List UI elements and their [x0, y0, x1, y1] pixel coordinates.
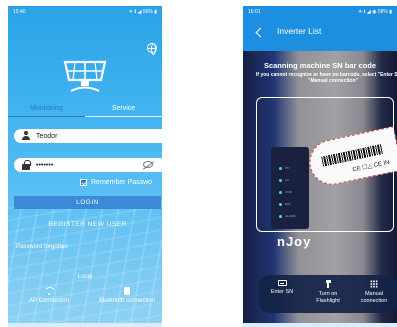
tab-monitoring[interactable]: Monitoring: [8, 103, 85, 117]
solar-panel-logo-icon: [63, 60, 107, 92]
remember-label: Remember Passwo: [91, 179, 153, 186]
bottom-bar: [243, 323, 397, 327]
tab-service[interactable]: Service: [85, 103, 162, 117]
scan-toolbar: Enter SN Turn on Flashlight Manual conne…: [259, 275, 397, 313]
ap-connection-button[interactable]: AP Connection: [14, 287, 84, 304]
login-screen: 15:40 ✳ ℹ ◢ 56% ▮ Monitoring Service Teo…: [8, 6, 162, 327]
status-time: 15:40: [13, 8, 26, 15]
flashlight-icon: [324, 280, 332, 288]
screenshot-stage: 15:40 ✳ ℹ ◢ 56% ▮ Monitoring Service Teo…: [0, 0, 397, 327]
username-value: Teodor: [36, 132, 58, 140]
scan-title: Scanning machine SN bar code: [263, 61, 377, 70]
remember-password[interactable]: Remember Passwo: [80, 179, 152, 186]
lock-icon: [21, 160, 31, 170]
bluetooth-connection-label: Bluetooth connection: [98, 298, 156, 304]
remember-checkbox[interactable]: [80, 179, 87, 186]
password-field[interactable]: •••••••: [14, 158, 162, 172]
login-tabs: Monitoring Service: [8, 103, 162, 117]
enter-sn-button[interactable]: Enter SN: [262, 280, 302, 296]
user-icon: [21, 131, 31, 141]
scan-frame: [256, 97, 394, 232]
flashlight-button[interactable]: Turn on Flashlight: [308, 280, 348, 304]
status-time: 16:01: [248, 8, 261, 15]
bluetooth-icon: [122, 287, 132, 295]
nav-bar: Inverter List: [243, 17, 397, 51]
page-title: Inverter List: [277, 26, 322, 36]
login-button[interactable]: LOGIN: [14, 196, 161, 209]
scanner-screen: 16:01 ✳ ℹ ◢ ◉ 58% ▮ Inverter List PV AC …: [243, 6, 397, 327]
manual-connection-label: Manual connection: [360, 291, 388, 304]
keyboard-icon: [277, 280, 287, 286]
scan-hint: If you cannot recognize or have no barco…: [256, 72, 397, 84]
status-indicators: ✳ ℹ ◢ 56% ▮: [128, 8, 157, 15]
solar-panels-background: [8, 197, 162, 327]
enter-sn-label: Enter SN: [270, 289, 294, 295]
grid-menu-icon: [370, 280, 378, 288]
bluetooth-connection-button[interactable]: Bluetooth connection: [92, 287, 162, 304]
status-bar: 16:01 ✳ ℹ ◢ ◉ 58% ▮: [243, 6, 397, 17]
wifi-icon: [44, 287, 56, 295]
manual-connection-button[interactable]: Manual connection: [354, 280, 394, 304]
register-button[interactable]: REGISTER NEW USER: [14, 218, 161, 231]
username-field[interactable]: Teodor: [14, 129, 162, 143]
flashlight-label: Turn on Flashlight: [316, 291, 340, 304]
local-section-label: Local: [77, 274, 93, 280]
status-bar: 15:40 ✳ ℹ ◢ 56% ▮: [8, 6, 162, 17]
bottom-bar: [8, 323, 162, 327]
eye-off-icon[interactable]: [143, 161, 153, 168]
globe-icon[interactable]: [147, 43, 157, 55]
device-brand: nJoy: [277, 234, 312, 249]
forgot-password-link[interactable]: Password forgotten: [16, 244, 68, 250]
status-indicators: ✳ ℹ ◢ ◉ 58% ▮: [357, 8, 392, 15]
camera-viewfinder: PV AC COM BAT ALARM CE ☐△ CE IN Scanning…: [243, 51, 397, 327]
back-arrow-icon[interactable]: [255, 27, 266, 38]
password-value: •••••••: [36, 161, 54, 169]
